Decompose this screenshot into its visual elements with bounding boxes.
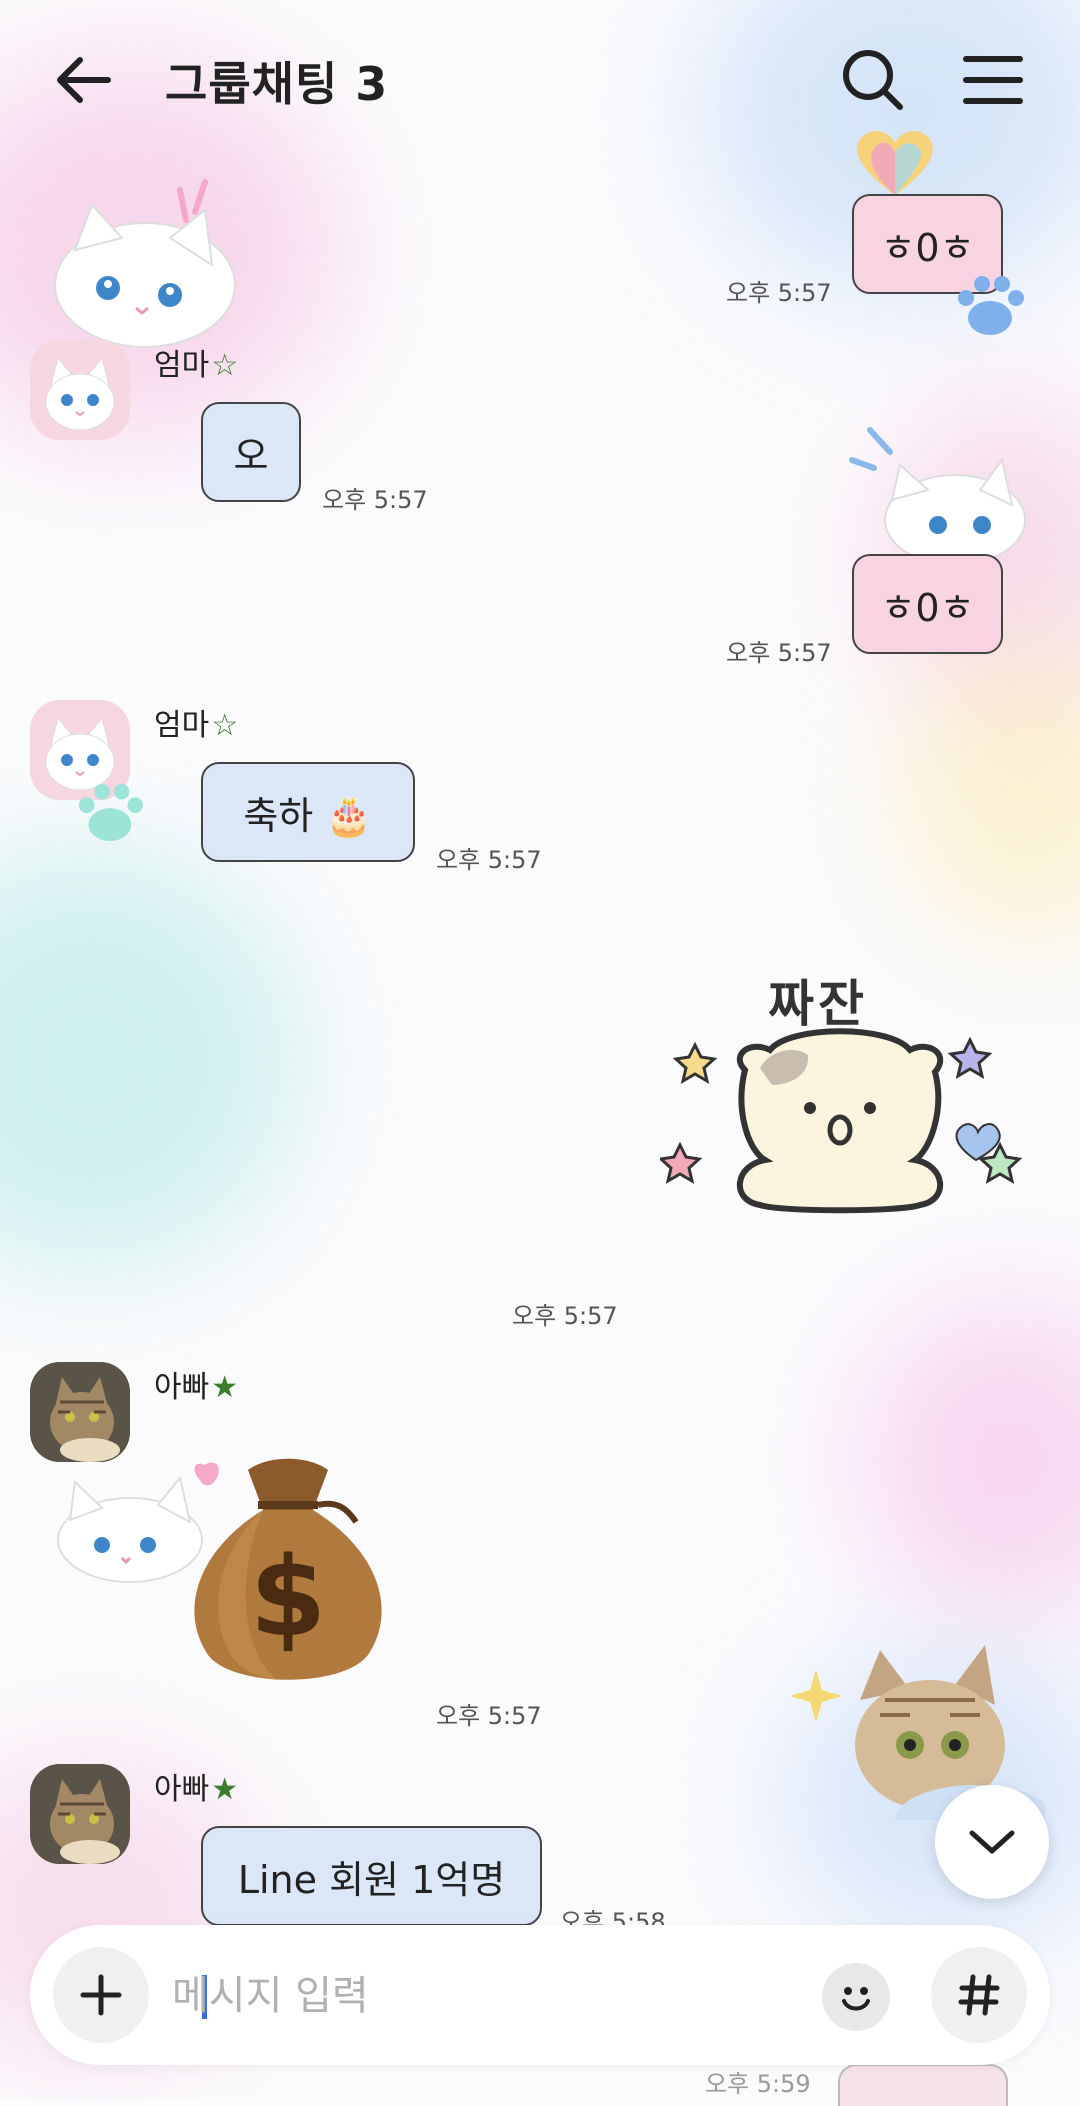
star-badge-icon: ★ — [211, 1772, 239, 1807]
message-time: 오후 5:57 — [436, 1702, 542, 1730]
tabby-cat-avatar-icon — [30, 1764, 130, 1864]
message-bubble-theirs[interactable]: 축하 🎂 — [201, 762, 415, 862]
message-time-clipped: 오후 5:58 — [560, 1902, 700, 1926]
search-button[interactable] — [838, 45, 908, 115]
menu-button[interactable] — [958, 45, 1028, 115]
sender-name-text: 엄마 — [154, 708, 210, 743]
cat-avatar-icon — [45, 356, 115, 431]
message-time: 오후 5:57 — [726, 279, 832, 307]
sender-name: 엄마☆ — [154, 700, 238, 744]
tabby-cat-avatar-icon — [30, 1362, 130, 1462]
sticker-message[interactable]: 짜잔 — [660, 960, 1040, 1260]
message-time: 오후 5:58 — [560, 1908, 666, 1926]
rainbow-heart-decoration — [857, 130, 933, 195]
avatar-dad[interactable] — [30, 1362, 130, 1462]
arrow-left-icon — [57, 57, 111, 103]
emoji-button[interactable] — [822, 1963, 890, 2031]
message-time: 오후 5:57 — [512, 1302, 618, 1330]
avatar-mom[interactable] — [30, 340, 130, 440]
message-time: 오후 5:57 — [726, 639, 832, 667]
star-badge-icon: ☆ — [211, 708, 239, 743]
emoji-message[interactable]: $ — [178, 1450, 398, 1690]
hashtag-icon — [958, 1974, 1000, 2016]
message-time: 오후 5:59 — [705, 2070, 811, 2094]
scroll-to-bottom-button[interactable] — [935, 1785, 1049, 1899]
paw-decoration — [78, 783, 143, 842]
avatar-dad[interactable] — [30, 1764, 130, 1864]
back-button[interactable] — [50, 45, 120, 115]
message-bubble-theirs[interactable]: 오 — [201, 402, 301, 502]
partial-message-bubble — [838, 2064, 1008, 2106]
message-composer — [30, 1925, 1050, 2065]
star-badge-icon: ☆ — [211, 348, 239, 383]
message-time: 오후 5:57 — [436, 846, 542, 874]
svg-text:$: $ — [250, 1533, 327, 1661]
message-time: 오후 5:57 — [322, 486, 428, 514]
star-badge-icon: ★ — [211, 1370, 239, 1405]
sender-name: 아빠★ — [154, 1362, 238, 1406]
attach-button[interactable] — [53, 1947, 149, 2043]
message-bubble-mine[interactable]: ㅎ0ㅎ — [852, 554, 1003, 654]
hashtag-button[interactable] — [931, 1947, 1027, 2043]
white-cat-decoration — [54, 179, 236, 348]
sender-name-text: 아빠 — [154, 1772, 210, 1807]
partial-message-time: 오후 5:59 — [705, 2064, 825, 2094]
chat-title: 그룹채팅 3 — [165, 57, 389, 111]
white-cat-decoration — [849, 427, 1026, 560]
message-bubble-theirs[interactable]: Line 회원 1억명 — [201, 1826, 542, 1926]
chevron-down-icon — [969, 1830, 1015, 1854]
bear-sticker-image — [660, 1028, 1023, 1214]
sender-name-text: 아빠 — [154, 1370, 210, 1405]
emoji-icon — [842, 1987, 870, 2011]
money-bag-icon: $ — [194, 1458, 382, 1680]
sender-name: 아빠★ — [154, 1764, 238, 1808]
sender-name-text: 엄마 — [154, 348, 210, 383]
plus-icon — [80, 1974, 122, 2016]
paw-decoration — [958, 276, 1024, 335]
search-icon — [843, 50, 903, 110]
message-input[interactable] — [170, 1955, 824, 2037]
hamburger-menu-icon — [963, 56, 1023, 104]
sender-name: 엄마☆ — [154, 340, 238, 384]
